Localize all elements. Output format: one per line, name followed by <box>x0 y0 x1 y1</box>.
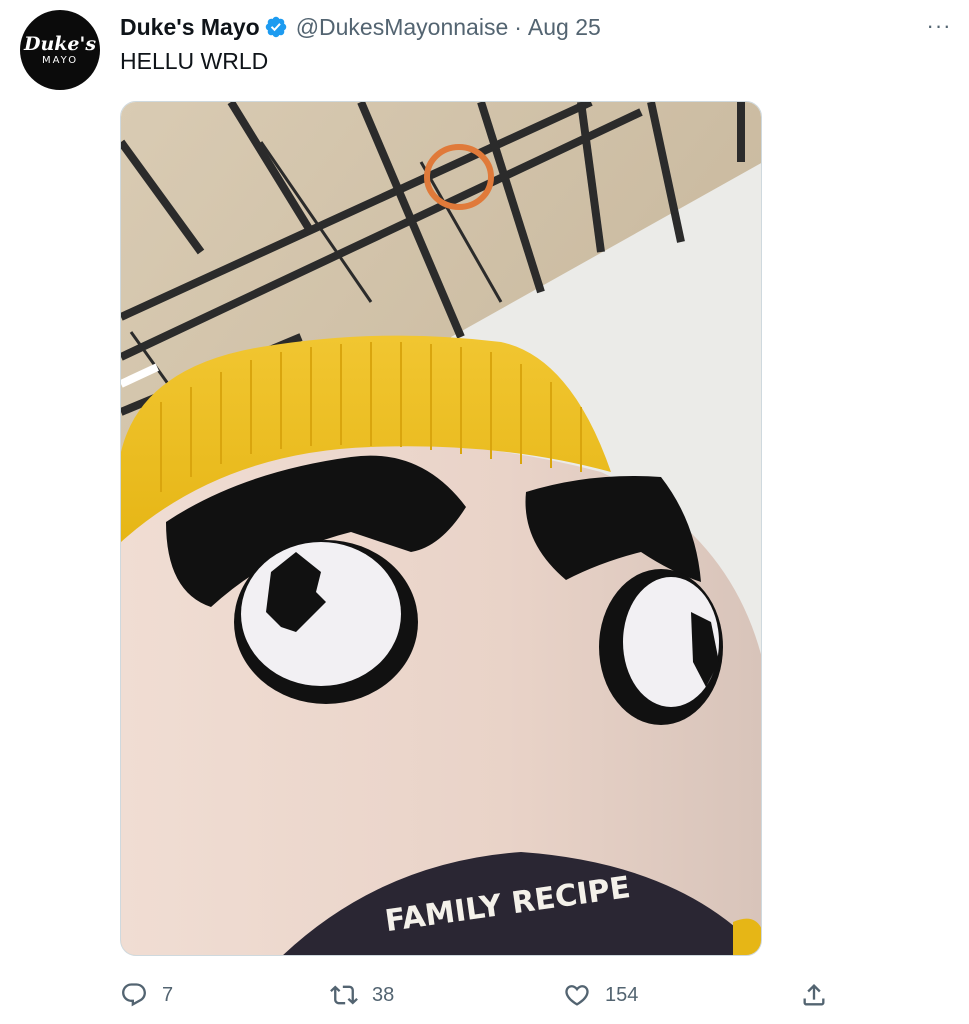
reply-button[interactable]: 7 <box>120 978 173 1012</box>
tweet-actions: 7 38 154 <box>120 978 840 1012</box>
tweet-photo[interactable]: FAMILY RECIPE <box>120 101 762 956</box>
retweet-icon <box>330 985 358 1005</box>
reply-icon <box>122 983 146 1007</box>
tweet-header: Duke's Mayo @DukesMayonnaise · Aug 25 <box>120 12 601 42</box>
avatar-sub-text: MAYO <box>41 55 79 66</box>
reply-count: 7 <box>162 983 174 1006</box>
avatar[interactable]: Duke's MAYO <box>20 10 100 90</box>
separator-dot: · <box>514 13 522 40</box>
like-button[interactable]: 154 <box>563 978 638 1012</box>
verified-badge-icon <box>265 16 286 38</box>
retweet-count: 38 <box>372 983 395 1006</box>
avatar-brand-text: Duke's <box>23 33 97 55</box>
more-options-button[interactable]: ··· <box>919 12 959 40</box>
heart-icon <box>565 985 589 1006</box>
retweet-button[interactable]: 38 <box>330 978 394 1012</box>
tweet-text: HELLU WRLD <box>120 48 269 74</box>
tweet-date[interactable]: Aug 25 <box>528 14 601 41</box>
share-button[interactable] <box>800 978 828 1012</box>
like-count: 154 <box>605 983 639 1006</box>
user-handle[interactable]: @DukesMayonnaise <box>296 14 509 41</box>
share-icon <box>803 984 825 1006</box>
display-name[interactable]: Duke's Mayo <box>120 14 260 41</box>
photo-illustration: FAMILY RECIPE <box>121 102 761 955</box>
